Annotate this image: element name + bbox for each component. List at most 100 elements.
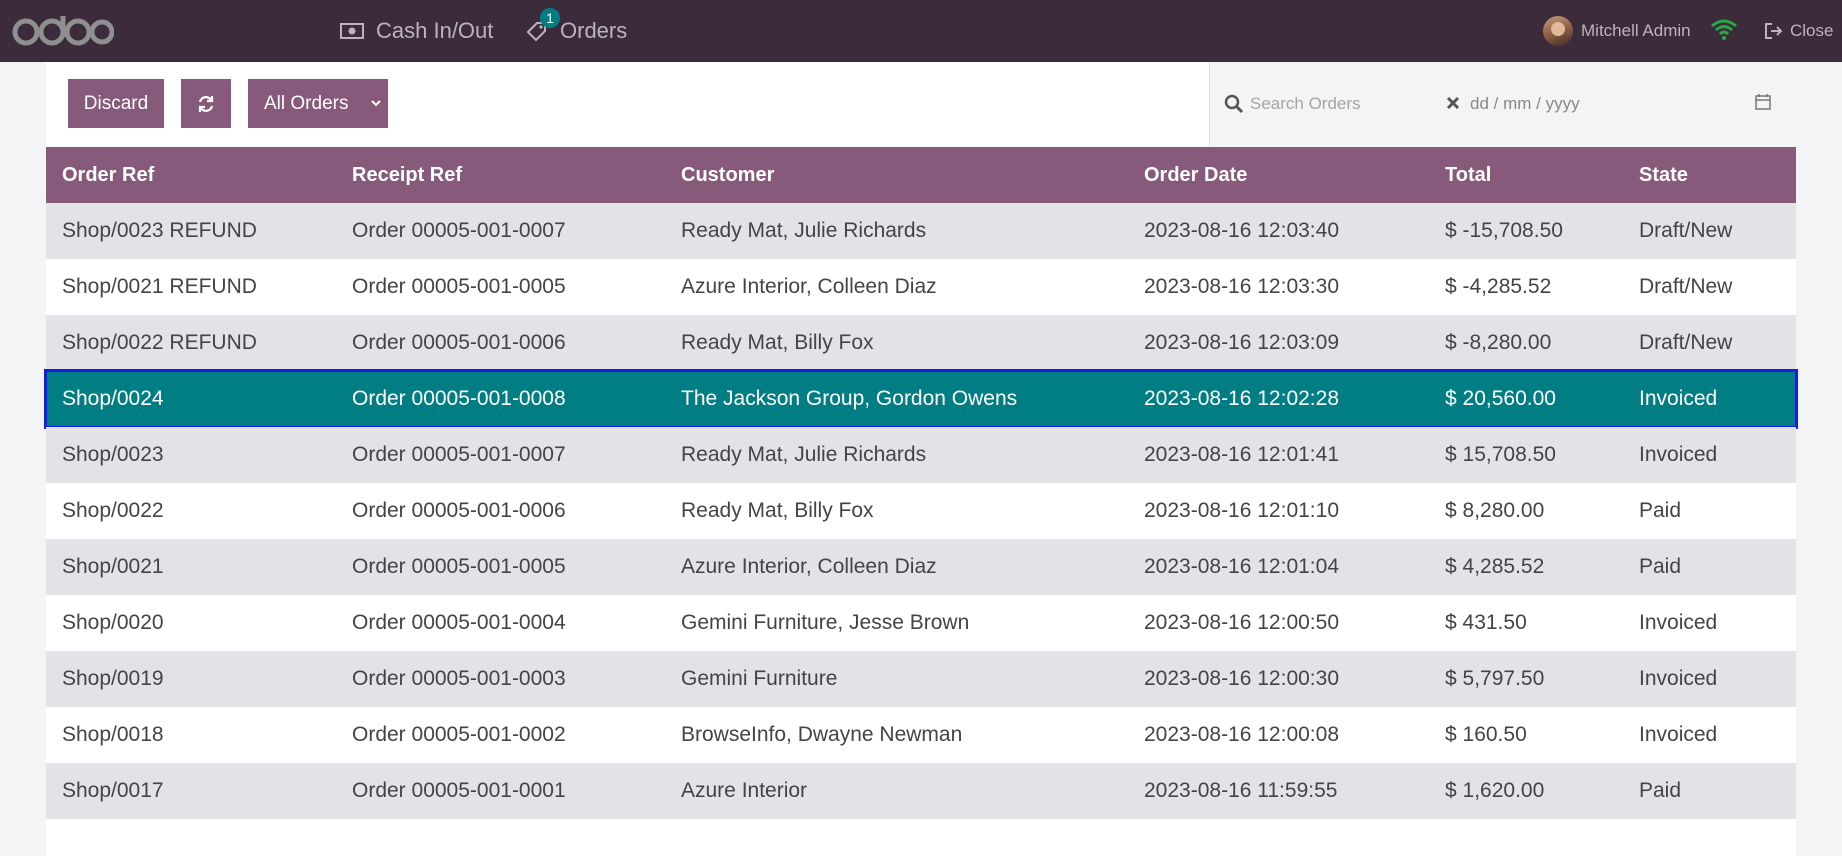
total-cell: $ 20,560.00 [1445,387,1556,410]
top-navbar: Cash In/Out 1 Orders Mitchell Admin Clos… [0,0,1842,62]
customer-cell: Ready Mat, Billy Fox [681,331,874,354]
state-cell: Draft/New [1639,275,1733,298]
orders-label: Orders [560,18,628,43]
state-cell: Paid [1639,555,1682,578]
total-cell: $ 431.50 [1445,611,1527,634]
order-date-cell: 2023-08-16 12:01:41 [1144,443,1339,466]
odoo-logo-graphic [12,16,114,46]
receipt-ref-cell: Order 00005-001-0005 [352,555,566,578]
state-cell: Invoiced [1639,667,1718,690]
state-cell: Invoiced [1639,723,1718,746]
header-total: Total [1445,163,1492,186]
order-ref-cell: Shop/0022 [62,499,164,522]
receipt-ref-cell: Order 00005-001-0001 [352,779,566,802]
customer-cell: Ready Mat, Billy Fox [681,499,874,522]
total-cell: $ 160.50 [1445,723,1527,746]
order-ref-cell: Shop/0021 [62,555,164,578]
order-filter-label: All Orders [264,92,349,114]
order-ref-cell: Shop/0023 [62,443,164,466]
total-cell: $ 15,708.50 [1445,443,1556,466]
order-ref-cell: Shop/0024 [62,387,164,410]
header-state: State [1639,163,1688,186]
order-ref-cell: Shop/0022 REFUND [62,331,257,354]
state-cell: Invoiced [1639,611,1718,634]
avatar [1543,16,1573,46]
state-cell: Paid [1639,499,1682,522]
state-cell: Invoiced [1639,387,1718,410]
header-customer: Customer [681,163,775,186]
x-icon[interactable] [1446,96,1460,110]
search-input[interactable] [1250,88,1430,120]
receipt-ref-cell: Order 00005-001-0003 [352,667,566,690]
order-filter-select[interactable]: All Orders [248,79,388,128]
order-date-cell: 2023-08-16 11:59:55 [1144,779,1338,802]
receipt-ref-cell: Order 00005-001-0004 [352,611,566,634]
orders-table: Order Ref Receipt Ref Customer Order Dat… [44,147,1798,819]
refresh-icon [198,95,214,112]
table-row[interactable]: Shop/0021 Order 00005-001-0005 Azure Int… [46,539,1796,595]
table-row[interactable]: Shop/0018 Order 00005-001-0002 BrowseInf… [46,707,1796,763]
user-menu[interactable]: Mitchell Admin [1543,0,1691,62]
table-row[interactable]: Shop/0017 Order 00005-001-0001 Azure Int… [46,763,1796,819]
state-cell: Draft/New [1639,219,1733,242]
state-cell: Invoiced [1639,443,1718,466]
refresh-button[interactable] [181,79,231,128]
discard-button[interactable]: Discard [68,79,164,128]
sign-out-icon [1765,23,1783,39]
table-row[interactable]: Shop/0019 Order 00005-001-0003 Gemini Fu… [46,651,1796,707]
tag-icon: 1 [526,8,560,42]
table-empty-area [46,819,1796,856]
total-cell: $ 8,280.00 [1445,499,1545,522]
table-row[interactable]: Shop/0021 REFUND Order 00005-001-0005 Az… [46,259,1796,315]
customer-cell: Azure Interior, Colleen Diaz [681,275,937,298]
calendar-icon[interactable] [1755,94,1771,110]
receipt-ref-cell: Order 00005-001-0007 [352,443,566,466]
customer-cell: Azure Interior, Colleen Diaz [681,555,937,578]
order-date-cell: 2023-08-16 12:03:09 [1144,331,1339,354]
table-row[interactable]: Shop/0022 Order 00005-001-0006 Ready Mat… [46,483,1796,539]
orders-count-badge: 1 [540,8,560,28]
order-ref-cell: Shop/0023 REFUND [62,219,257,242]
table-row-selected[interactable]: Shop/0024 Order 00005-001-0008 The Jacks… [44,369,1798,429]
cash-in-out-button[interactable]: Cash In/Out [340,0,493,62]
user-name: Mitchell Admin [1581,21,1691,40]
wifi-icon [1710,17,1738,46]
header-order-ref: Order Ref [62,163,155,186]
table-row[interactable]: Shop/0020 Order 00005-001-0004 Gemini Fu… [46,595,1796,651]
search-icon [1224,94,1244,114]
money-bill-icon [340,22,364,40]
order-date-cell: 2023-08-16 12:00:50 [1144,611,1339,634]
receipt-ref-cell: Order 00005-001-0005 [352,275,566,298]
customer-cell: Gemini Furniture [681,667,838,690]
header-receipt-ref: Receipt Ref [352,163,463,186]
receipt-ref-cell: Order 00005-001-0008 [352,387,566,410]
chevron-down-icon [371,100,381,107]
table-row[interactable]: Shop/0023 REFUND Order 00005-001-0007 Re… [46,203,1796,259]
total-cell: $ -4,285.52 [1445,275,1552,298]
date-filter-input[interactable] [1470,88,1670,120]
close-button[interactable]: Close [1764,0,1833,62]
odoo-logo [12,14,114,48]
table-header: Order Ref Receipt Ref Customer Order Dat… [46,147,1796,203]
table-row[interactable]: Shop/0022 REFUND Order 00005-001-0006 Re… [46,315,1796,371]
order-ref-cell: Shop/0021 REFUND [62,275,257,298]
order-ref-cell: Shop/0018 [62,723,164,746]
customer-cell: Gemini Furniture, Jesse Brown [681,611,970,634]
order-ref-cell: Shop/0020 [62,611,164,634]
order-date-cell: 2023-08-16 12:03:40 [1144,219,1339,242]
customer-cell: BrowseInfo, Dwayne Newman [681,723,963,746]
order-ref-cell: Shop/0017 [62,779,164,802]
total-cell: $ 5,797.50 [1445,667,1545,690]
receipt-ref-cell: Order 00005-001-0006 [352,499,566,522]
order-date-cell: 2023-08-16 12:01:10 [1144,499,1339,522]
orders-button[interactable]: 1 Orders [526,0,627,62]
receipt-ref-cell: Order 00005-001-0007 [352,219,566,242]
table-row[interactable]: Shop/0023 Order 00005-001-0007 Ready Mat… [46,427,1796,483]
order-date-cell: 2023-08-16 12:00:08 [1144,723,1339,746]
state-cell: Draft/New [1639,331,1733,354]
customer-cell: The Jackson Group, Gordon Owens [681,387,1018,410]
total-cell: $ 4,285.52 [1445,555,1545,578]
receipt-ref-cell: Order 00005-001-0002 [352,723,566,746]
total-cell: $ 1,620.00 [1445,779,1545,802]
receipt-ref-cell: Order 00005-001-0006 [352,331,566,354]
